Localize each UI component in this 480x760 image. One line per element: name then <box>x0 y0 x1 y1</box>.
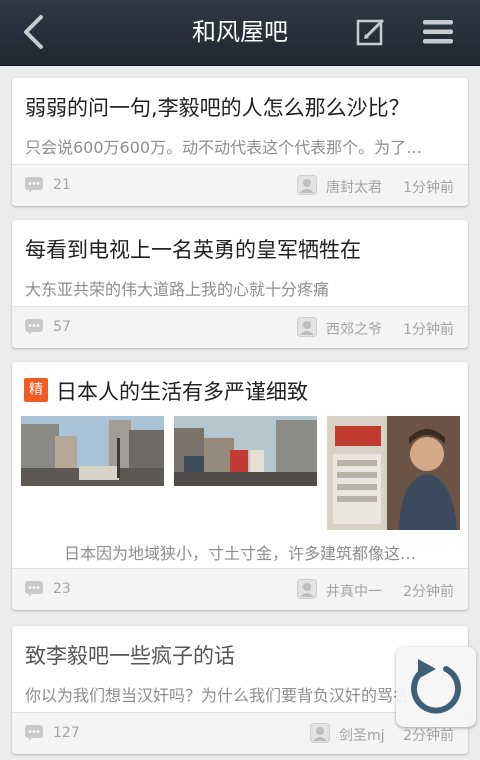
menu-button[interactable] <box>421 18 455 46</box>
avatar-icon <box>310 723 330 743</box>
post-time: 2分钟前 <box>403 584 454 600</box>
post-time: 1分钟前 <box>403 322 454 338</box>
avatar-icon <box>297 579 317 599</box>
post-card[interactable]: 精 日本人的生活有多严谨细致 日本因为地域狭小，寸土寸金，许多建筑都像这… 23… <box>12 362 468 610</box>
compose-button[interactable] <box>355 16 387 48</box>
top-bar: 和风屋吧 <box>0 0 480 66</box>
comment-count: 57 <box>53 319 71 335</box>
post-author: 剑圣mj <box>339 728 385 744</box>
avatar-icon <box>297 175 317 195</box>
comment-icon <box>25 319 43 335</box>
comment-icon <box>25 177 43 193</box>
post-summary: 你以为我们想当汉奸吗？为什么我们要背负汉奸的骂名 <box>25 686 410 705</box>
post-card[interactable]: 弱弱的问一句,李毅吧的人怎么那么沙比？ 只会说600万600万。动不动代表这个代… <box>12 78 468 206</box>
post-summary: 只会说600万600万。动不动代表这个代表那个。为了… <box>25 138 423 157</box>
post-time: 2分钟前 <box>403 728 454 744</box>
shop-photo-image <box>327 416 460 530</box>
post-photo[interactable] <box>327 416 460 530</box>
edit-icon <box>356 18 385 46</box>
post-photo[interactable] <box>174 416 317 486</box>
post-meta: 21 唐封太君 1分钟前 <box>12 164 468 206</box>
post-title: 每看到电视上一名英勇的皇军牺牲在 <box>25 238 361 262</box>
post-title: 弱弱的问一句,李毅吧的人怎么那么沙比？ <box>25 96 410 120</box>
post-summary: 大东亚共荣的伟大道路上我的心就十分疼痛 <box>25 280 330 299</box>
post-title: 致李毅吧一些疯子的话 <box>25 644 235 668</box>
post-time: 1分钟前 <box>403 180 454 196</box>
post-author: 井真中一 <box>326 584 382 600</box>
post-summary: 日本因为地域狭小，寸土寸金，许多建筑都像这… <box>64 544 417 563</box>
featured-badge: 精 <box>24 378 48 402</box>
comment-icon <box>25 725 43 741</box>
street-photo-image <box>21 416 164 486</box>
comment-icon <box>25 581 43 597</box>
post-photo[interactable] <box>21 416 164 486</box>
page-title: 和风屋吧 <box>192 18 288 46</box>
street-photo-image <box>174 416 317 486</box>
refresh-button[interactable] <box>396 647 476 727</box>
post-meta: 57 西郊之爷 1分钟前 <box>12 306 468 348</box>
post-card[interactable]: 每看到电视上一名英勇的皇军牺牲在 大东亚共荣的伟大道路上我的心就十分疼痛 57 … <box>12 220 468 348</box>
avatar-icon <box>297 317 317 337</box>
comment-count: 21 <box>53 177 71 193</box>
menu-icon <box>423 20 453 44</box>
refresh-icon <box>411 659 461 714</box>
comment-count: 127 <box>53 725 80 741</box>
post-author: 唐封太君 <box>326 180 382 196</box>
post-title: 日本人的生活有多严谨细致 <box>56 380 308 404</box>
post-meta: 23 井真中一 2分钟前 <box>12 568 468 610</box>
post-author: 西郊之爷 <box>326 322 382 338</box>
comment-count: 23 <box>53 581 71 597</box>
